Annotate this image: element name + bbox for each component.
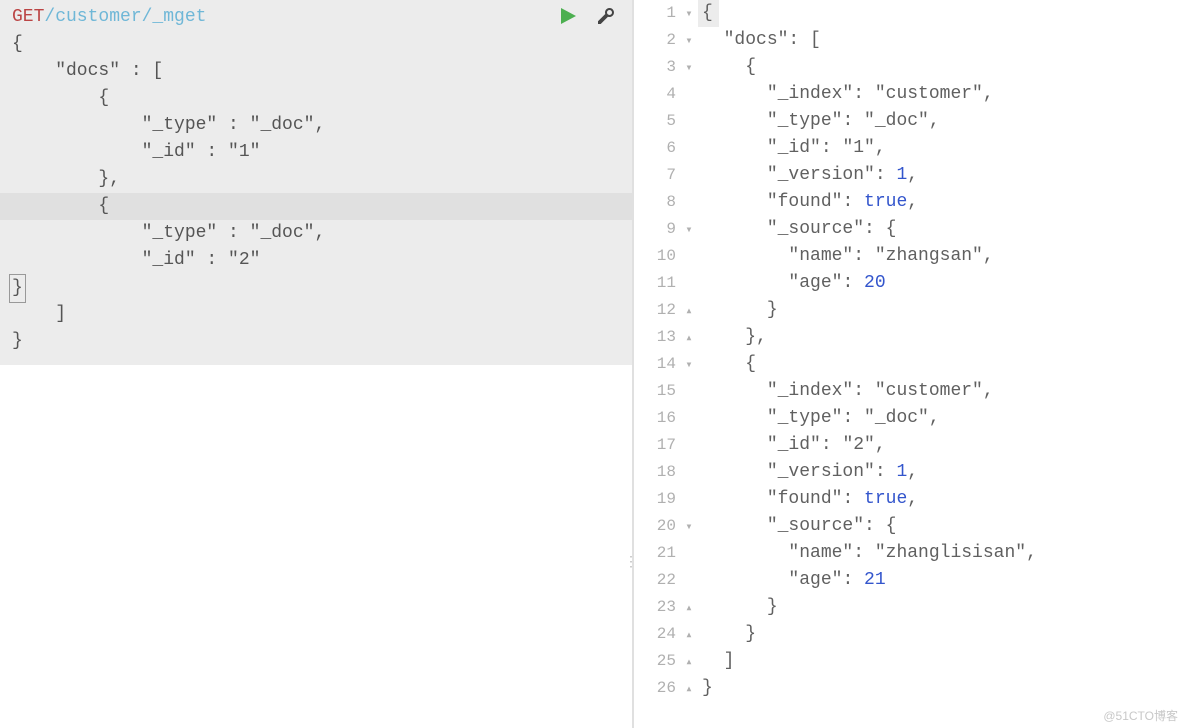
line-number: 25: [634, 648, 680, 675]
response-line[interactable]: 7 "_version": 1,: [634, 162, 1184, 189]
response-line[interactable]: 3▾ {: [634, 54, 1184, 81]
line-number: 17: [634, 432, 680, 459]
line-number: 11: [634, 270, 680, 297]
line-number: 8: [634, 189, 680, 216]
response-line[interactable]: 24▴ }: [634, 621, 1184, 648]
fold-toggle[interactable]: ▴: [680, 622, 698, 649]
fold-toggle[interactable]: ▴: [680, 649, 698, 676]
line-number: 5: [634, 108, 680, 135]
request-method: GET: [12, 4, 44, 31]
watermark: @51CTO博客: [1103, 707, 1178, 724]
response-line[interactable]: 17 "_id": "2",: [634, 432, 1184, 459]
line-number: 14: [634, 351, 680, 378]
line-number: 16: [634, 405, 680, 432]
fold-toggle[interactable]: ▾: [680, 28, 698, 55]
line-number: 15: [634, 378, 680, 405]
response-line[interactable]: 15 "_index": "customer",: [634, 378, 1184, 405]
line-number: 1: [634, 0, 680, 27]
fold-toggle[interactable]: ▾: [680, 352, 698, 379]
fold-toggle[interactable]: ▾: [680, 514, 698, 541]
run-icon[interactable]: [558, 6, 578, 26]
response-line[interactable]: 9▾ "_source": {: [634, 216, 1184, 243]
response-line[interactable]: 11 "age": 20: [634, 270, 1184, 297]
line-number: 19: [634, 486, 680, 513]
line-number: 20: [634, 513, 680, 540]
response-line[interactable]: 21 "name": "zhanglisisan",: [634, 540, 1184, 567]
fold-toggle[interactable]: ▴: [680, 298, 698, 325]
request-body-line[interactable]: "_type" : "_doc",: [0, 112, 632, 139]
pane-resize-handle[interactable]: ⋮: [624, 560, 639, 566]
line-number: 9: [634, 216, 680, 243]
request-body-line[interactable]: ]: [0, 301, 632, 328]
line-number: 26: [634, 675, 680, 702]
line-number: 24: [634, 621, 680, 648]
line-number: 23: [634, 594, 680, 621]
response-line[interactable]: 1▾{: [634, 0, 1184, 27]
fold-toggle[interactable]: ▴: [680, 325, 698, 352]
fold-toggle[interactable]: ▾: [680, 1, 698, 28]
request-editor[interactable]: GET /customer/_mget{ "docs" : [ { "_type…: [0, 0, 632, 728]
line-number: 3: [634, 54, 680, 81]
line-number: 18: [634, 459, 680, 486]
line-number: 10: [634, 243, 680, 270]
response-line[interactable]: 23▴ }: [634, 594, 1184, 621]
request-body-line[interactable]: {: [0, 31, 632, 58]
request-path: /customer/_mget: [44, 4, 206, 31]
response-line[interactable]: 16 "_type": "_doc",: [634, 405, 1184, 432]
response-line[interactable]: 14▾ {: [634, 351, 1184, 378]
response-line[interactable]: 10 "name": "zhangsan",: [634, 243, 1184, 270]
response-line[interactable]: 18 "_version": 1,: [634, 459, 1184, 486]
request-body-line[interactable]: }: [0, 274, 632, 301]
wrench-icon[interactable]: [596, 6, 616, 26]
line-number: 12: [634, 297, 680, 324]
fold-toggle[interactable]: ▾: [680, 55, 698, 82]
response-line[interactable]: 8 "found": true,: [634, 189, 1184, 216]
response-line[interactable]: 26▴}: [634, 675, 1184, 702]
request-body-line[interactable]: "_type" : "_doc",: [0, 220, 632, 247]
fold-toggle[interactable]: ▾: [680, 217, 698, 244]
request-body-line[interactable]: "_id" : "1": [0, 139, 632, 166]
response-line[interactable]: 6 "_id": "1",: [634, 135, 1184, 162]
response-line[interactable]: 12▴ }: [634, 297, 1184, 324]
fold-toggle[interactable]: ▴: [680, 595, 698, 622]
line-number: 6: [634, 135, 680, 162]
line-number: 4: [634, 81, 680, 108]
response-line[interactable]: 4 "_index": "customer",: [634, 81, 1184, 108]
response-viewer[interactable]: 1▾{2▾ "docs": [3▾ {4 "_index": "customer…: [632, 0, 1184, 728]
line-number: 7: [634, 162, 680, 189]
fold-toggle[interactable]: ▴: [680, 676, 698, 703]
response-line[interactable]: 5 "_type": "_doc",: [634, 108, 1184, 135]
response-line[interactable]: 20▾ "_source": {: [634, 513, 1184, 540]
response-line[interactable]: 25▴ ]: [634, 648, 1184, 675]
response-line[interactable]: 13▴ },: [634, 324, 1184, 351]
request-body-line[interactable]: "_id" : "2": [0, 247, 632, 274]
request-body-line[interactable]: }: [0, 328, 632, 355]
request-body-line[interactable]: },: [0, 166, 632, 193]
line-number: 2: [634, 27, 680, 54]
request-body-line[interactable]: {: [0, 85, 632, 112]
request-body-line[interactable]: {: [0, 193, 632, 220]
request-body-line[interactable]: "docs" : [: [0, 58, 632, 85]
line-number: 22: [634, 567, 680, 594]
response-line[interactable]: 22 "age": 21: [634, 567, 1184, 594]
line-number: 13: [634, 324, 680, 351]
response-line[interactable]: 2▾ "docs": [: [634, 27, 1184, 54]
line-number: 21: [634, 540, 680, 567]
response-line[interactable]: 19 "found": true,: [634, 486, 1184, 513]
